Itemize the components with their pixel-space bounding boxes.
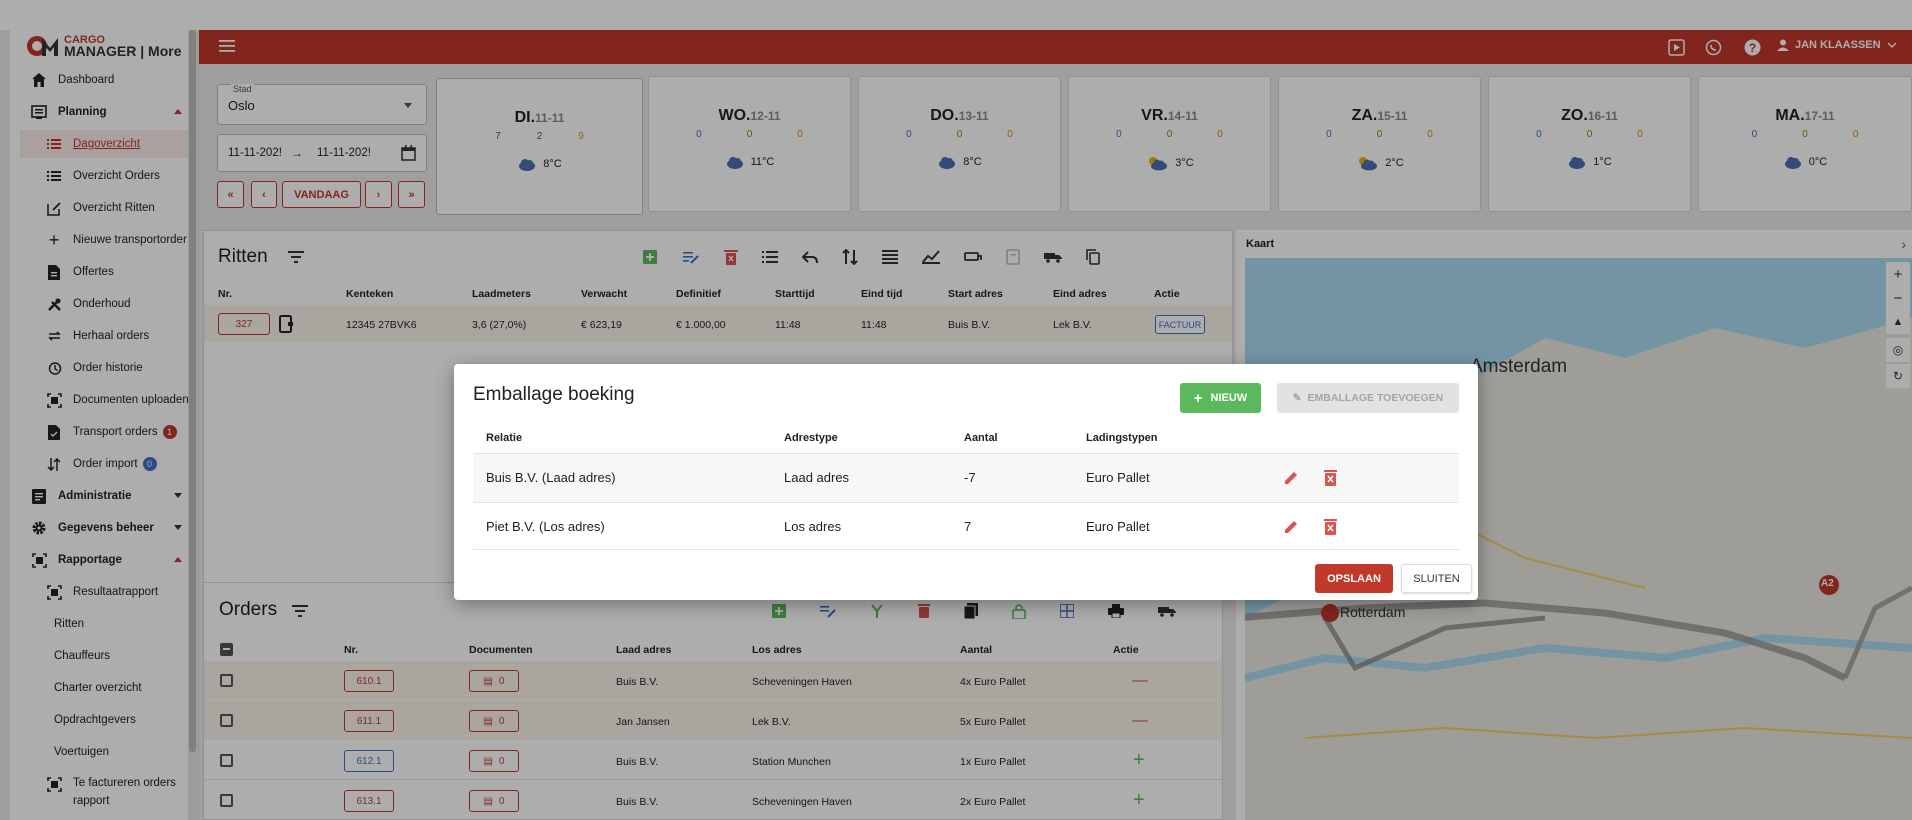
cell-ladingstype: Euro Pallet (1086, 470, 1150, 485)
pencil-icon[interactable] (1283, 519, 1299, 535)
table-row[interactable]: Buis B.V. (Laad adres) Laad adres -7 Eur… (473, 453, 1459, 502)
cell-adrestype: Laad adres (784, 470, 850, 485)
table-row[interactable]: Piet B.V. (Los adres) Los adres 7 Euro P… (473, 502, 1459, 550)
delete-icon[interactable] (1324, 470, 1337, 486)
cell-relatie: Buis B.V. (Laad adres) (486, 470, 616, 485)
plus-icon: + (1193, 389, 1203, 407)
dialog-title: Emballage boeking (473, 384, 635, 405)
cell-aantal: 7 (964, 519, 972, 534)
col-adrestype: Adrestype (784, 432, 838, 444)
pencil-icon[interactable] (1283, 470, 1299, 486)
emballage-dialog: Emballage boeking + NIEUW ✎ EMBALLAGE TOEV… (454, 364, 1478, 600)
add-emballage-label: EMBALLAGE TOEVOEGEN (1307, 392, 1444, 404)
new-button-label: NIEUW (1210, 392, 1248, 404)
magic-wand-icon: ✎ (1292, 392, 1302, 404)
col-relatie: Relatie (486, 432, 523, 444)
close-button[interactable]: SLUITEN (1401, 564, 1472, 593)
delete-icon[interactable] (1324, 519, 1337, 535)
new-button[interactable]: + NIEUW (1180, 383, 1261, 413)
cell-aantal: -7 (964, 470, 976, 485)
col-ladingstypen: Ladingstypen (1086, 432, 1158, 444)
cell-adrestype: Los adres (784, 519, 842, 534)
cell-relatie: Piet B.V. (Los adres) (486, 519, 605, 534)
add-emballage-button[interactable]: ✎ EMBALLAGE TOEVOEGEN (1277, 383, 1459, 413)
col-aantal: Aantal (964, 432, 998, 444)
cell-ladingstype: Euro Pallet (1086, 519, 1150, 534)
save-button[interactable]: OPSLAAN (1315, 564, 1393, 593)
